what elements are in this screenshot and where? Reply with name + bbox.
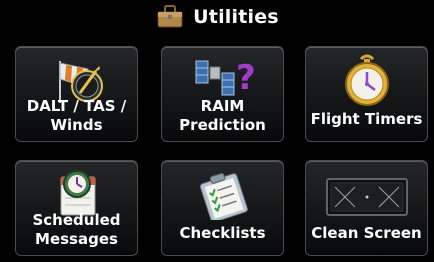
clean-screen-label: Clean Screen xyxy=(311,224,422,242)
clean-screen-button[interactable]: Clean Screen xyxy=(305,160,428,256)
dalt-tas-winds-label: DALT / TAS / Winds xyxy=(26,97,127,134)
flight-timers-label: Flight Timers xyxy=(310,110,423,128)
toolbox-icon xyxy=(157,5,183,28)
display-screen-icon xyxy=(325,178,408,216)
stopwatch-icon xyxy=(344,54,389,106)
dalt-tas-winds-button[interactable]: DALT / TAS / Winds xyxy=(15,46,138,142)
scheduled-messages-button[interactable]: Scheduled Messages xyxy=(15,160,138,256)
clipboard-checklist-icon xyxy=(199,172,248,220)
title-bar: Utilities xyxy=(0,0,434,34)
scheduled-messages-label: Scheduled Messages xyxy=(32,211,121,248)
checklists-label: Checklists xyxy=(179,224,266,242)
raim-prediction-label: RAIM Prediction xyxy=(179,97,266,134)
svg-text:?: ? xyxy=(236,58,256,98)
raim-prediction-button[interactable]: ? RAIM Prediction xyxy=(161,46,284,142)
flight-timers-button[interactable]: Flight Timers xyxy=(305,46,428,142)
checklists-button[interactable]: Checklists xyxy=(161,160,284,256)
page-title: Utilities xyxy=(193,6,279,28)
